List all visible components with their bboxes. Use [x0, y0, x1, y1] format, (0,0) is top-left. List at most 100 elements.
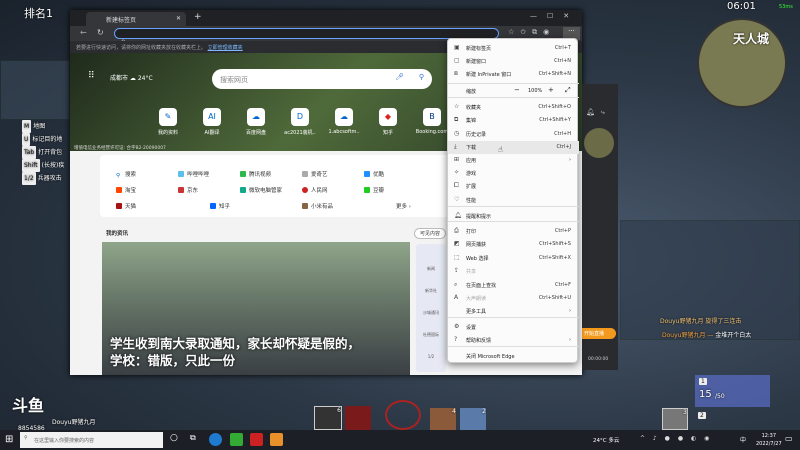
- skill-slot: 6: [314, 406, 342, 430]
- menu-item-web-select[interactable]: ⬚ Web 选择 Ctrl+Shift+X: [448, 252, 579, 265]
- link[interactable]: 腾讯视频: [240, 170, 271, 178]
- news-heading: 我的资讯: [106, 231, 129, 237]
- menu-item-label: 设置: [466, 325, 477, 331]
- menu-item-apps[interactable]: ⊞ 应用 ›: [448, 154, 579, 167]
- web-search-input[interactable]: 搜索网页 🎤︎ ⚲: [212, 69, 432, 89]
- new-tab-button[interactable]: +: [194, 12, 202, 22]
- menu-divider: [448, 317, 579, 318]
- zoom-out-button[interactable]: −: [514, 86, 520, 94]
- visible-content-button[interactable]: 可见内容: [414, 228, 447, 239]
- menu-item-history[interactable]: ◷ 历史记录 Ctrl+H: [448, 128, 579, 141]
- menu-item-new-tab[interactable]: ▣ 新建标签页 Ctrl+T: [448, 42, 579, 55]
- menu-item-shortcut: Ctrl+J: [556, 144, 571, 150]
- microphone-icon[interactable]: 🎤︎: [395, 73, 404, 81]
- address-input[interactable]: ⚲: [114, 28, 499, 46]
- app-taskbar-icon[interactable]: [250, 433, 263, 446]
- quick-link[interactable]: AI AI翻译: [192, 108, 232, 136]
- taskbar-search-input[interactable]: ⚲ 在这里输入你要搜索的内容: [20, 432, 163, 448]
- games-icon: ✧: [454, 169, 460, 176]
- start-live-button[interactable]: 开始直播: [582, 328, 616, 339]
- panel-icons[interactable]: 🔔︎⤷: [586, 108, 611, 117]
- minimap[interactable]: 天人城: [697, 18, 787, 108]
- zoom-in-button[interactable]: +: [548, 86, 554, 94]
- news-card[interactable]: 学生收到南大录取通知，家长却怀疑是假的， 学校：错版，只此一份: [102, 242, 410, 375]
- menu-item-capture[interactable]: ◩ 网页捕获 Ctrl+Shift+S: [448, 238, 579, 251]
- menu-item-find[interactable]: ⌕ 在页面上查找 Ctrl+F: [448, 279, 579, 292]
- manage-favorites-link[interactable]: 立即管理收藏夹: [208, 45, 243, 51]
- history-icon: ◷: [454, 130, 460, 137]
- menu-item-collections[interactable]: ⧉ 集锦 Ctrl+Shift+Y: [448, 114, 579, 127]
- menu-item-share[interactable]: ⇪ 共享: [448, 265, 579, 278]
- mouse-cursor-icon: ☝: [498, 145, 503, 154]
- game-clock: 06:01: [727, 1, 756, 12]
- menu-item-games[interactable]: ✧ 游戏: [448, 167, 579, 180]
- edge-taskbar-icon[interactable]: [209, 433, 222, 446]
- widgets-icon[interactable]: ⧉: [190, 433, 196, 443]
- quick-link[interactable]: B Booking.com: [412, 108, 452, 135]
- fullscreen-icon[interactable]: ⤢: [565, 86, 571, 95]
- window-controls[interactable]: —☐✕: [530, 12, 579, 20]
- tray-icons[interactable]: ^ ♪ ● ● ◐ ◉: [640, 435, 712, 442]
- menu-item-new-window[interactable]: ▢ 新建窗口 Ctrl+N: [448, 55, 579, 68]
- clock[interactable]: 12:37 2022/7/27: [756, 432, 782, 448]
- link[interactable]: 微软电脑管家: [240, 186, 282, 194]
- bell-icon: 🔔︎: [454, 212, 462, 219]
- menu-item-print[interactable]: ⎙ 打印 Ctrl+P: [448, 225, 579, 238]
- streamer-name: Douyu野猪九月: [52, 419, 96, 426]
- link[interactable]: 人民网: [302, 186, 328, 194]
- notification-icon[interactable]: ▭: [785, 434, 793, 443]
- link[interactable]: 哔哩哔哩: [178, 170, 209, 178]
- link[interactable]: 知乎: [210, 202, 230, 210]
- stream-tool-panel: 🔔︎⤷ 开始直播 00:00:00: [582, 84, 618, 370]
- apps-grid-icon[interactable]: ⠿: [88, 71, 95, 81]
- link[interactable]: ⚲ 搜索: [116, 170, 136, 179]
- back-icon[interactable]: ←: [80, 28, 87, 37]
- quick-link[interactable]: ☁ 1.abcsoftm..: [324, 108, 364, 135]
- taskbar: ⊞ ⚲ 在这里输入你要搜索的内容 ○ ⧉ 24°C 多云 ^ ♪ ● ● ◐ ◉ …: [0, 430, 800, 450]
- app-taskbar-icon[interactable]: [230, 433, 243, 446]
- menu-item-favorites[interactable]: ☆ 收藏夹 Ctrl+Shift+O: [448, 101, 579, 114]
- search-icon[interactable]: ⚲: [419, 73, 424, 81]
- menu-item-read-aloud[interactable]: A 大声朗读 Ctrl+Shift+U: [448, 292, 579, 305]
- menu-item-inprivate[interactable]: ⧈ 新建 InPrivate 窗口 Ctrl+Shift+N: [448, 68, 579, 81]
- menu-item-extensions[interactable]: ⧠ 扩展: [448, 180, 579, 193]
- quick-link[interactable]: ◆ 知乎: [368, 108, 408, 136]
- menu-item-shortcut: Ctrl+Shift+U: [538, 295, 571, 301]
- quick-link[interactable]: ☁ 百度网盘: [236, 108, 276, 136]
- chat-line: Douyu野猪九月 — 金堆开个白太: [662, 332, 752, 339]
- menu-item-shortcut: Ctrl+P: [554, 228, 571, 234]
- menu-item-settings[interactable]: ⚙ 设置: [448, 321, 579, 334]
- link[interactable]: 京东: [178, 186, 198, 194]
- quick-link[interactable]: Dac2021装机..: [280, 108, 320, 136]
- close-tab-icon[interactable]: ✕: [176, 15, 181, 22]
- link[interactable]: 天猫: [116, 202, 136, 210]
- weather-widget[interactable]: 成都市 ☁ 24°C: [110, 73, 153, 82]
- link[interactable]: 淘宝: [116, 186, 136, 194]
- link[interactable]: 优酷: [364, 170, 384, 178]
- news-sidebar[interactable]: 新闻 新华社 沙城通讯 杜德国际 1/2: [416, 244, 446, 372]
- weather-status[interactable]: 24°C 多云: [593, 436, 619, 444]
- task-view-icon[interactable]: ○: [170, 433, 178, 443]
- menu-item-download[interactable]: ⤓ 下载 Ctrl+J: [448, 141, 579, 154]
- windows-start-icon[interactable]: ⊞: [5, 434, 13, 445]
- refresh-icon[interactable]: ↻: [97, 28, 104, 37]
- link[interactable]: 爱奇艺: [302, 170, 328, 178]
- share-icon: ⇪: [454, 267, 460, 274]
- menu-item-label: 关闭 Microsoft Edge: [466, 354, 515, 360]
- menu-item-label: Web 选择: [466, 256, 489, 262]
- inprivate-icon: ⧈: [454, 70, 458, 77]
- link[interactable]: 豆瓣: [364, 186, 384, 194]
- quick-link[interactable]: ✎ 我的资料: [148, 108, 188, 136]
- menu-item-shortcut: Ctrl+F: [555, 282, 571, 288]
- more-links[interactable]: 更多 ›: [396, 202, 411, 210]
- app-taskbar-icon[interactable]: [270, 433, 283, 446]
- menu-item-close[interactable]: 关闭 Microsoft Edge: [448, 350, 579, 363]
- toolbar-icons[interactable]: ☆✩⧉◉: [508, 28, 555, 37]
- new-window-icon: ▢: [454, 57, 460, 64]
- link[interactable]: 小米有品: [302, 202, 333, 210]
- menu-item-label: 在页面上查找: [466, 283, 497, 289]
- skill-slot: 4: [430, 408, 456, 430]
- menu-item-label: 大声朗读: [466, 296, 487, 302]
- tab-new-tab[interactable]: 新建标签页 ✕: [86, 12, 186, 26]
- ime-indicator[interactable]: 中: [740, 435, 746, 444]
